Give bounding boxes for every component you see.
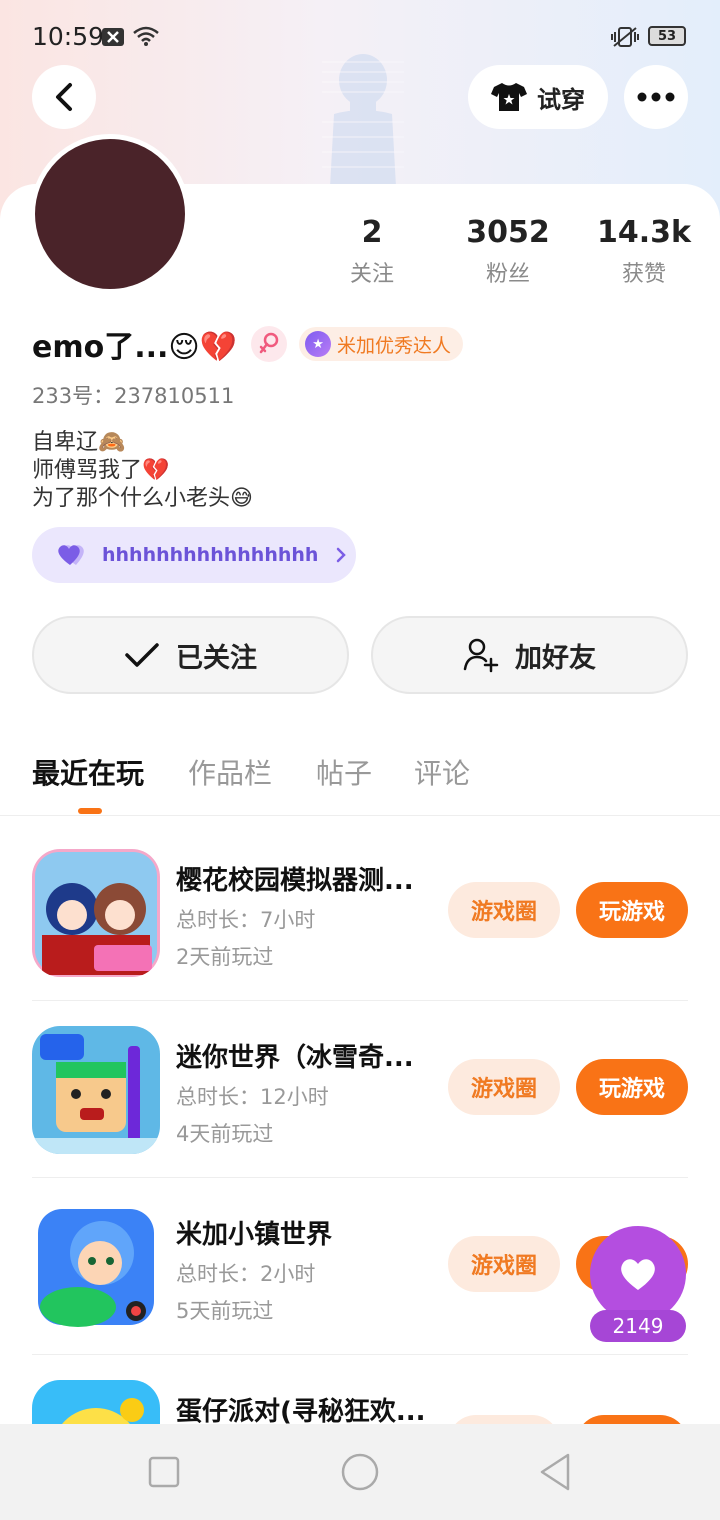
profile-tag[interactable]: hhhhhhhhhhhhhhhh bbox=[32, 527, 356, 583]
stat-likes-value: 14.3k bbox=[597, 215, 691, 250]
stat-likes-label: 获赞 bbox=[621, 262, 666, 287]
double-heart-icon bbox=[58, 545, 84, 565]
game-last-played: 4天前玩过 bbox=[176, 1122, 274, 1146]
chevron-right-icon bbox=[337, 547, 347, 563]
like-count: 2149 bbox=[590, 1310, 686, 1342]
tab-comments[interactable]: 评论 bbox=[414, 752, 470, 792]
level-badge[interactable]: ★ 米加优秀达人 bbox=[299, 327, 464, 361]
game-title: 蛋仔派对(寻秘狂欢... bbox=[176, 1397, 426, 1424]
status-time: 10:59 bbox=[32, 22, 105, 51]
recent-apps-icon[interactable] bbox=[148, 1456, 180, 1488]
game-duration: 总时长：2小时 bbox=[176, 1262, 316, 1286]
tshirt-icon bbox=[491, 83, 527, 111]
game-icon-mika-town[interactable] bbox=[32, 1203, 160, 1331]
game-title: 米加小镇世界 bbox=[176, 1220, 333, 1250]
user-name: emo了...😌💔 bbox=[32, 330, 238, 365]
tab-posts[interactable]: 帖子 bbox=[316, 752, 372, 792]
system-navigation-bar bbox=[0, 1424, 720, 1520]
bio-line-3: 为了那个什么小老头😅 bbox=[32, 486, 253, 511]
game-circle-button[interactable] bbox=[448, 1415, 560, 1424]
more-dots-icon bbox=[637, 92, 675, 102]
stat-following-value: 2 bbox=[361, 215, 383, 250]
add-friend-button[interactable]: 加好友 bbox=[371, 616, 688, 694]
vibrate-icon bbox=[611, 27, 639, 47]
chevron-left-icon bbox=[56, 83, 72, 111]
back-nav-icon[interactable] bbox=[538, 1452, 574, 1492]
avatar[interactable] bbox=[30, 134, 190, 294]
female-gender-icon bbox=[251, 326, 288, 362]
game-last-played: 2天前玩过 bbox=[176, 945, 274, 969]
game-circle-button[interactable]: 游戏圈 bbox=[448, 1236, 560, 1292]
game-icon-sakura[interactable] bbox=[32, 849, 160, 977]
checkmark-icon bbox=[125, 643, 159, 667]
tab-recently-played[interactable]: 最近在玩 bbox=[32, 752, 144, 792]
more-options-button[interactable] bbox=[624, 65, 688, 129]
battery-level: 53 bbox=[657, 28, 677, 44]
level-badge-label: 米加优秀达人 bbox=[337, 334, 452, 357]
badge-medal-icon: ★ bbox=[305, 331, 332, 357]
game-row-mini-world[interactable]: 迷你世界（冰雪奇... 总时长：12小时 4天前玩过 游戏圈 玩游戏 bbox=[0, 1001, 720, 1178]
game-icon-eggy-party[interactable] bbox=[32, 1380, 160, 1424]
stat-following-label: 关注 bbox=[349, 262, 394, 287]
heart-icon bbox=[621, 1259, 655, 1290]
profile-tag-text: hhhhhhhhhhhhhhhh bbox=[102, 544, 319, 566]
user-id[interactable]: 233号：237810511 bbox=[32, 380, 234, 410]
stat-following[interactable]: 2 关注 bbox=[317, 214, 427, 288]
3d-avatar-figure[interactable] bbox=[322, 52, 404, 187]
name-row: emo了...😌💔 ★ 米加优秀达人 bbox=[32, 322, 464, 366]
play-game-button[interactable] bbox=[576, 1415, 688, 1424]
home-icon[interactable] bbox=[340, 1452, 380, 1492]
game-row-eggy-party[interactable]: 蛋仔派对(寻秘狂欢... bbox=[0, 1355, 720, 1424]
followed-label: 已关注 bbox=[176, 642, 257, 674]
game-duration: 总时长：12小时 bbox=[176, 1085, 329, 1109]
try-on-label: 试穿 bbox=[537, 85, 585, 114]
stat-followers[interactable]: 3052 粉丝 bbox=[453, 214, 563, 288]
try-on-button[interactable]: 试穿 bbox=[468, 65, 608, 129]
game-last-played: 5天前玩过 bbox=[176, 1299, 274, 1323]
game-duration: 总时长：7小时 bbox=[176, 908, 316, 932]
stat-followers-label: 粉丝 bbox=[485, 262, 530, 287]
tab-indicator bbox=[78, 808, 102, 814]
wifi-icon bbox=[133, 26, 159, 46]
game-row-sakura[interactable]: 樱花校园模拟器测... 总时长：7小时 2天前玩过 游戏圈 玩游戏 bbox=[0, 824, 720, 1001]
add-friend-label: 加好友 bbox=[515, 642, 596, 674]
like-button[interactable] bbox=[590, 1226, 686, 1322]
tab-divider bbox=[0, 815, 720, 816]
game-circle-button[interactable]: 游戏圈 bbox=[448, 1059, 560, 1115]
game-circle-button[interactable]: 游戏圈 bbox=[448, 882, 560, 938]
play-game-button[interactable]: 玩游戏 bbox=[576, 882, 688, 938]
battery-icon: 53 bbox=[648, 26, 686, 46]
back-button[interactable] bbox=[32, 65, 96, 129]
play-game-button[interactable]: 玩游戏 bbox=[576, 1059, 688, 1115]
status-bar: 10:59 53 bbox=[0, 0, 720, 72]
tab-works[interactable]: 作品栏 bbox=[188, 752, 272, 792]
notification-icon bbox=[102, 28, 124, 46]
stat-likes[interactable]: 14.3k 获赞 bbox=[589, 214, 699, 288]
followed-button[interactable]: 已关注 bbox=[32, 616, 349, 694]
add-user-icon bbox=[463, 638, 499, 673]
game-title: 迷你世界（冰雪奇... bbox=[176, 1043, 414, 1073]
game-icon-mini-world[interactable] bbox=[32, 1026, 160, 1154]
stat-followers-value: 3052 bbox=[466, 215, 550, 250]
game-title: 樱花校园模拟器测... bbox=[176, 866, 414, 896]
